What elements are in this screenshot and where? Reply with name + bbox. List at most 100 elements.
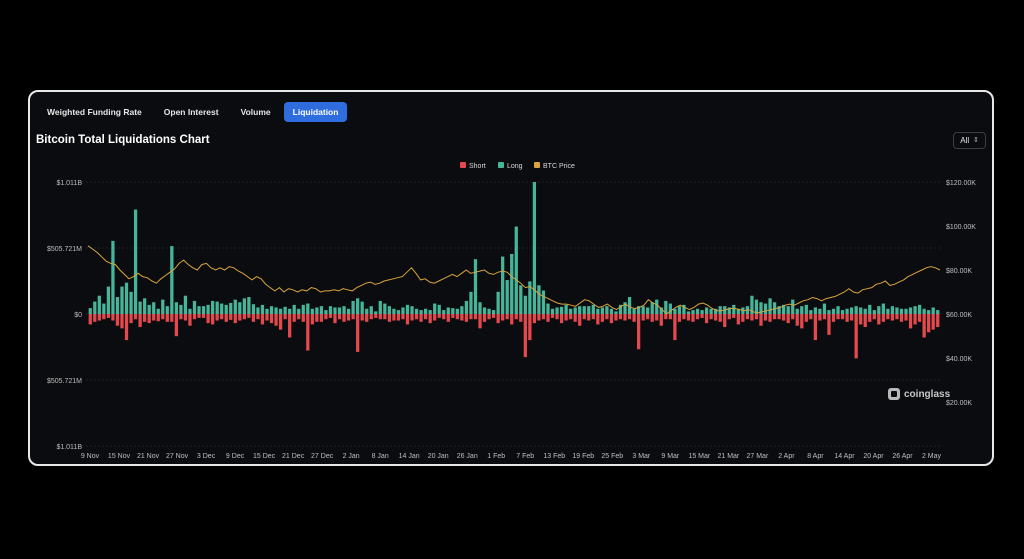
short-bar [265,314,269,321]
short-bar [813,314,818,341]
short-bar [306,314,310,351]
short-bar [582,314,586,320]
long-bar [868,304,872,314]
short-bar [414,314,419,320]
liquidations-chart: Short Long BTC Price $1.011B $505.721M $0 $50… [47,162,976,460]
long-bar [378,300,382,314]
short-bar [401,314,405,320]
x-tick-label: 27 Mar [746,453,768,460]
short-bar [818,314,822,321]
x-tick-label: 15 Nov [108,453,131,460]
left-tick-label: $1.011B [56,180,82,187]
long-bar [238,302,242,314]
long-bar [419,310,423,314]
x-tick-label: 7 Feb [516,453,534,460]
right-tick-label: $40.00K [946,356,972,363]
long-bar [482,307,487,314]
long-bar [686,311,691,314]
short-bar [550,314,555,318]
long-bar [541,290,546,314]
short-bar [913,314,917,325]
short-bar [768,314,772,322]
long-bar [695,308,700,314]
long-bar [845,308,849,314]
short-bar [546,314,550,322]
long-bar [700,310,704,314]
right-axis: $120.00K $100.00K $80.00K $60.00K $40.00K $20… [946,180,976,407]
x-tick-label: 26 Apr [892,453,913,460]
short-bar [800,314,804,329]
short-bar [333,314,337,324]
short-bar [365,314,369,322]
right-tick-label: $100.00K [946,224,976,231]
legend-label: Short [469,163,486,170]
long-bar [188,308,192,314]
short-bar [487,314,491,320]
long-bar [256,307,260,314]
short-bar [587,314,591,321]
long-bar [478,302,482,314]
short-bar [315,314,319,322]
long-bar [283,306,287,314]
short-bar [360,314,364,321]
long-bar [795,308,799,314]
short-bar [927,314,931,333]
short-bar [106,314,111,318]
long-bar [401,307,405,314]
short-bar [786,314,790,324]
left-tick-label: $1.011B [56,444,82,451]
legend-swatch [460,162,466,168]
long-bar [582,306,586,314]
long-bar [691,310,695,314]
long-bar [859,307,863,314]
short-bar [754,314,759,320]
short-bar [623,314,627,321]
long-bar [133,209,138,314]
short-bar [877,314,881,325]
short-bar [147,314,151,324]
long-bar [93,301,97,314]
long-bar [410,306,414,314]
long-bar [831,308,836,314]
long-bar [491,310,496,314]
long-bar [161,299,165,314]
short-bar [840,314,845,320]
x-tick-label: 8 Apr [807,453,824,460]
long-bar [306,303,310,314]
coinglass-watermark: coinglass [888,388,950,400]
long-bar [197,306,201,314]
short-bar [115,314,120,326]
x-tick-label: 25 Feb [601,453,623,460]
long-bar [324,310,328,314]
long-bar [555,307,559,314]
short-bar [691,314,695,322]
long-bar [822,303,827,314]
short-bar [455,314,459,320]
short-bar [736,314,740,325]
short-bar [256,314,260,320]
long-bar [428,310,432,314]
short-bar [451,314,455,318]
long-bar [333,307,337,314]
short-bar [229,314,233,320]
short-bar [179,314,183,320]
x-tick-label: 1 Feb [487,453,505,460]
short-bar [732,314,736,318]
x-tick-label: 13 Feb [543,453,565,460]
short-bar [782,314,786,321]
long-bar [328,306,333,314]
short-bar [242,314,246,320]
long-bar [115,297,120,314]
short-bar [165,314,169,322]
long-bar [763,303,768,314]
long-bar [519,285,523,314]
short-bar [519,314,523,322]
long-bar [460,306,464,314]
long-bar [446,307,450,314]
x-tick-label: 19 Feb [572,453,594,460]
long-bar [192,300,197,314]
long-bar [179,304,183,314]
short-bar [383,314,387,320]
long-bar [414,308,419,314]
long-bar [129,291,133,314]
